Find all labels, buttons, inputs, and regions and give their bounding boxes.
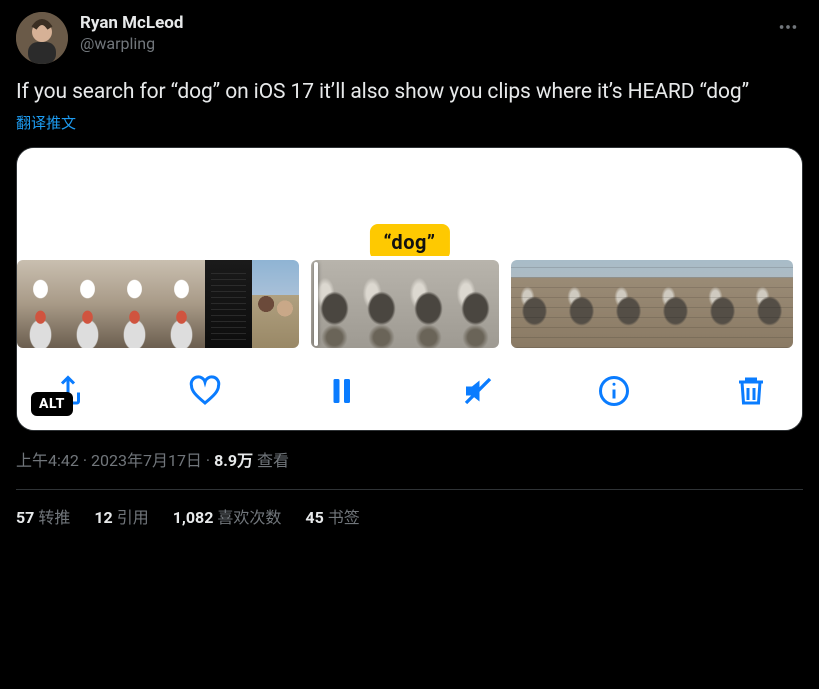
divider	[16, 489, 803, 490]
retweets-label: 转推	[38, 508, 70, 527]
timeline-frame	[699, 260, 746, 348]
like-button[interactable]	[184, 370, 226, 412]
likes-item[interactable]: 1,082喜欢次数	[173, 504, 282, 528]
trash-icon	[733, 373, 769, 409]
tweet-container: Ryan McLeod @warpling If you search for …	[0, 0, 819, 538]
video-timeline[interactable]	[17, 256, 802, 352]
timeline-frame	[311, 260, 358, 348]
avatar[interactable]	[16, 12, 68, 64]
author-block[interactable]: Ryan McLeod @warpling	[80, 12, 761, 55]
clip-group-1[interactable]	[17, 260, 299, 348]
tweet-header: Ryan McLeod @warpling	[16, 12, 803, 64]
bookmarks-item[interactable]: 45 书签	[305, 504, 359, 528]
quotes-label: 引用	[117, 508, 149, 527]
quotes-count: 12	[94, 508, 112, 527]
timeline-frame	[252, 260, 299, 348]
timeline-frame	[605, 260, 652, 348]
more-icon	[777, 16, 799, 38]
pause-button[interactable]	[320, 370, 362, 412]
more-button[interactable]	[773, 12, 803, 47]
quotes-item[interactable]: 12 引用	[94, 504, 148, 528]
tweet-date: 2023年7月17日	[91, 451, 202, 470]
timeline-frame	[405, 260, 452, 348]
playhead[interactable]	[314, 262, 318, 346]
alt-badge[interactable]: ALT	[31, 392, 73, 416]
display-name: Ryan McLeod	[80, 12, 761, 34]
timeline-frame	[64, 260, 111, 348]
tweet-meta[interactable]: 上午4:42 · 2023年7月17日 · 8.9万 查看	[16, 443, 803, 489]
retweets-item[interactable]: 57转推	[16, 504, 70, 528]
media-card[interactable]: “dog”	[16, 147, 803, 431]
views-count: 8.9万	[214, 451, 253, 470]
delete-button[interactable]	[730, 370, 772, 412]
timeline-frame	[205, 260, 252, 348]
avatar-image	[16, 12, 68, 64]
clip-group-3[interactable]	[511, 260, 793, 348]
engagement-row: 57转推 12 引用 1,082喜欢次数 45 书签	[16, 504, 803, 534]
heart-icon	[187, 373, 223, 409]
timeline-frame	[746, 260, 793, 348]
bookmarks-label: 书签	[328, 508, 360, 527]
clip-group-2[interactable]	[311, 260, 499, 348]
handle: @warpling	[80, 34, 761, 55]
info-button[interactable]	[593, 370, 635, 412]
translate-link[interactable]: 翻译推文	[16, 112, 76, 133]
likes-label: 喜欢次数	[217, 508, 281, 527]
timeline-frame	[511, 260, 558, 348]
likes-count: 1,082	[173, 508, 214, 527]
info-icon	[596, 373, 632, 409]
mute-icon	[460, 373, 496, 409]
timeline-frame	[111, 260, 158, 348]
tweet-time: 上午4:42	[16, 451, 79, 470]
timeline-frame	[652, 260, 699, 348]
timeline-frame	[17, 260, 64, 348]
views-label: 查看	[253, 451, 289, 470]
bookmarks-count: 45	[305, 508, 323, 527]
media-toolbar	[17, 352, 802, 430]
media-top: “dog”	[17, 148, 802, 256]
caption-bubble: “dog”	[369, 224, 449, 260]
tweet-text: If you search for “dog” on iOS 17 it’ll …	[16, 78, 803, 106]
timeline-frame	[158, 260, 205, 348]
retweets-count: 57	[16, 508, 34, 527]
timeline-frame	[358, 260, 405, 348]
timeline-frame	[558, 260, 605, 348]
mute-button[interactable]	[457, 370, 499, 412]
pause-icon	[323, 373, 359, 409]
timeline-frame	[452, 260, 499, 348]
